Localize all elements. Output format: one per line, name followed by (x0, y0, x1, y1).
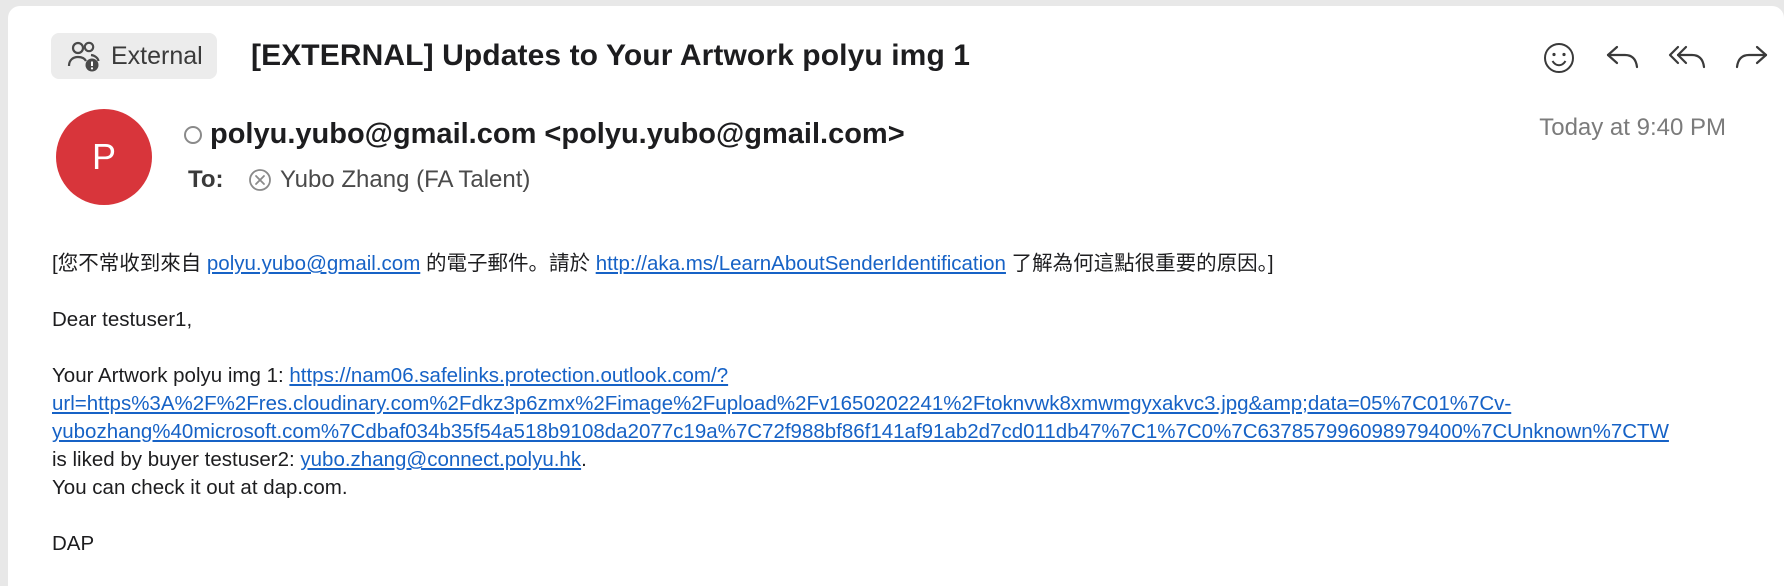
reply-icon (1606, 45, 1639, 69)
forward-button[interactable] (1730, 37, 1772, 79)
mail-window: External [EXTERNAL] Updates to Your Artw… (8, 6, 1784, 586)
message-body: [您不常收到來自 polyu.yubo@gmail.com 的電子郵件。請於 h… (52, 250, 1782, 558)
learn-about-sender-link[interactable]: http://aka.ms/LearnAboutSenderIdentifica… (596, 252, 1006, 275)
notice-suffix: 了解為何這點很重要的原因。] (1005, 252, 1274, 275)
liked-line: is liked by buyer testuser2: yubo.zhang@… (52, 446, 1782, 474)
recipient-name: Yubo Zhang (FA Talent) (280, 166, 531, 193)
safelink-line-2-row: url=https%3A%2F%2Fres.cloudinary.com%2Fd… (52, 390, 1782, 418)
reply-button[interactable] (1602, 37, 1644, 79)
buyer-email-link[interactable]: yubo.zhang@connect.polyu.hk (300, 448, 581, 471)
avatar-initial: P (91, 136, 116, 177)
message-date: Today at 9:40 PM (1539, 114, 1726, 141)
unread-status-icon[interactable] (184, 125, 202, 144)
from-line: polyu.yubo@gmail.com <polyu.yubo@gmail.c… (184, 118, 905, 151)
external-badge[interactable]: External (51, 33, 217, 79)
external-badge-label: External (111, 41, 203, 70)
sender-avatar[interactable]: P (56, 109, 152, 205)
liked-suffix: . (581, 448, 587, 471)
artwork-line: Your Artwork polyu img 1: https://nam06.… (52, 362, 1782, 390)
to-label: To: (188, 166, 224, 193)
reply-all-icon (1668, 45, 1706, 69)
sender-notice: [您不常收到來自 polyu.yubo@gmail.com 的電子郵件。請於 h… (52, 250, 1782, 278)
reply-all-button[interactable] (1666, 37, 1708, 79)
greeting: Dear testuser1, (52, 308, 193, 331)
forward-icon (1735, 45, 1768, 69)
emoji-reaction-button[interactable] (1538, 37, 1580, 79)
message-header: External [EXTERNAL] Updates to Your Artw… (51, 33, 1784, 83)
remove-recipient-icon (249, 169, 271, 191)
smiley-icon (1544, 43, 1574, 73)
message-subject: [EXTERNAL] Updates to Your Artwork polyu… (251, 39, 971, 72)
notice-email-link[interactable]: polyu.yubo@gmail.com (207, 252, 420, 275)
signature: DAP (52, 532, 95, 555)
notice-prefix: [您不常收到來自 (52, 252, 207, 275)
safelink-line-2[interactable]: url=https%3A%2F%2Fres.cloudinary.com%2Fd… (52, 392, 1511, 415)
safelink-line-3-row: yubozhang%40microsoft.com%7Cdbaf034b35f5… (52, 418, 1782, 446)
recipient-chip[interactable]: Yubo Zhang (FA Talent) (248, 166, 530, 194)
safelink-line-1[interactable]: https://nam06.safelinks.protection.outlo… (289, 364, 728, 387)
notice-middle: 的電子郵件。請於 (420, 252, 596, 275)
message-actions (1538, 37, 1772, 79)
external-sender-icon (67, 39, 101, 73)
artwork-prefix: Your Artwork polyu img 1: (52, 364, 290, 387)
to-line: To: Yubo Zhang (FA Talent) (188, 166, 530, 194)
sender-address[interactable]: polyu.yubo@gmail.com <polyu.yubo@gmail.c… (210, 118, 905, 151)
safelink-line-3[interactable]: yubozhang%40microsoft.com%7Cdbaf034b35f5… (52, 420, 1669, 443)
liked-prefix: is liked by buyer testuser2: (52, 448, 301, 471)
check-line: You can check it out at dap.com. (52, 476, 348, 499)
